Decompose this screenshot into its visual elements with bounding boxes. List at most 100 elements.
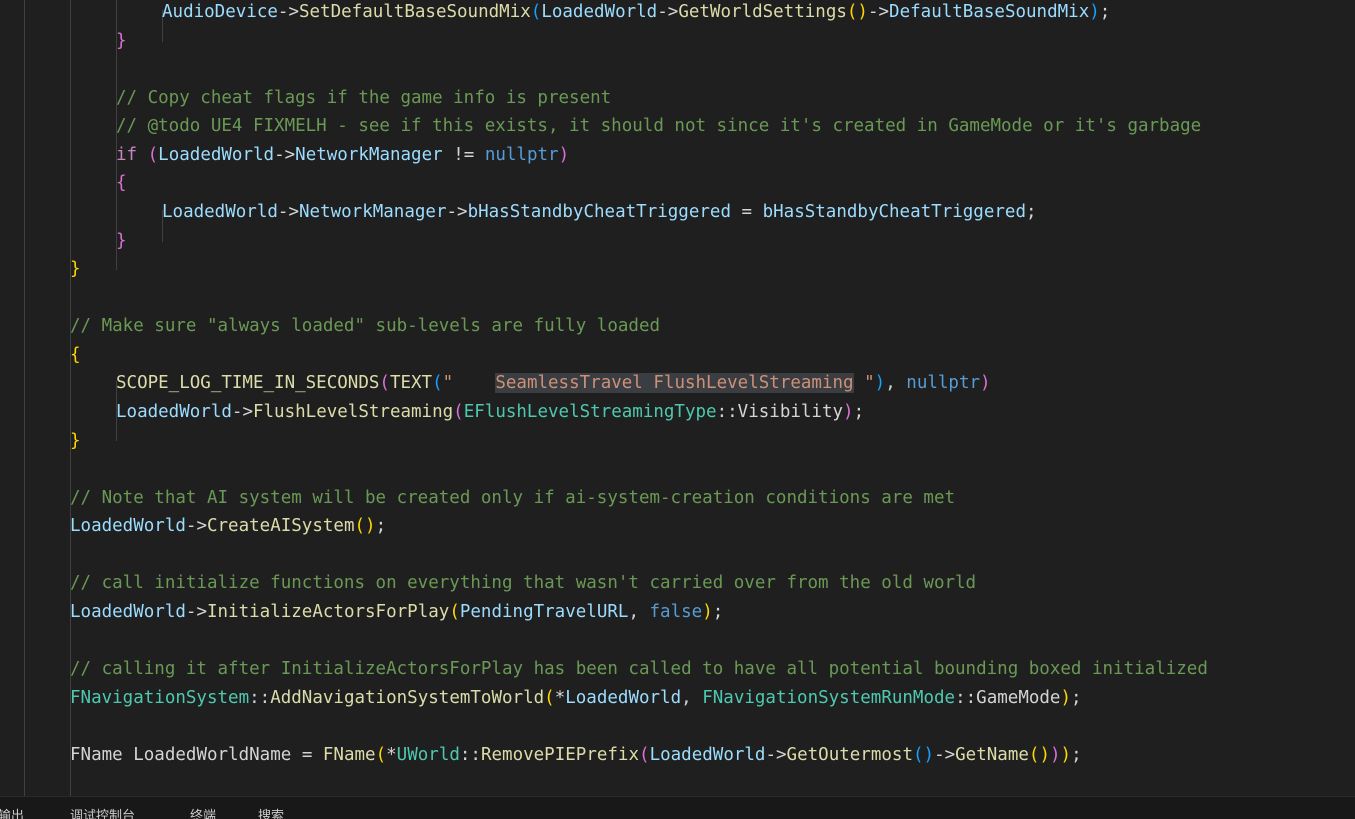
code-token: -> <box>446 202 468 222</box>
code-line-content: } <box>70 255 81 283</box>
code-token: -> <box>657 2 679 22</box>
code-line-content: FNavigationSystem::AddNavigationSystemTo… <box>70 684 1082 712</box>
code-line[interactable] <box>0 712 1355 740</box>
code-token: FName <box>70 744 123 765</box>
bottom-panel-tabs: 输出 调试控制台 终端 搜索 <box>0 796 1355 819</box>
code-line-content: // Make sure "always loaded" sub-levels … <box>70 312 660 340</box>
code-line-content: // calling it after InitializeActorsForP… <box>70 655 1208 683</box>
code-line[interactable] <box>0 627 1355 655</box>
code-line-content: // Copy cheat flags if the game info is … <box>116 84 611 112</box>
code-line[interactable]: } <box>0 255 1355 283</box>
code-line[interactable]: FNavigationSystem::AddNavigationSystemTo… <box>0 684 1355 712</box>
code-line[interactable] <box>0 55 1355 83</box>
code-token: , <box>681 687 703 708</box>
code-line-content: FName LoadedWorldName = FName(*UWorld::R… <box>70 741 1082 769</box>
code-token: -> <box>765 744 787 765</box>
code-token: LoadedWorld <box>162 202 278 222</box>
code-token: NetworkManager <box>298 202 447 222</box>
code-token: InitializeActorsForPlay <box>206 602 450 622</box>
code-comment: // call initialize functions on everythi… <box>70 573 977 594</box>
code-line[interactable]: LoadedWorld->CreateAISystem(); <box>0 512 1355 540</box>
code-line-content: AudioDevice->SetDefaultBaseSoundMix(Load… <box>162 0 1110 26</box>
tab-debug-console[interactable]: 调试控制台 <box>70 809 135 819</box>
tab-search[interactable]: 搜索 <box>258 809 284 819</box>
code-token: ( <box>432 373 443 394</box>
code-token: ( <box>449 602 460 622</box>
code-token: GetName <box>955 744 1029 765</box>
code-token: LoadedWorld <box>116 402 232 422</box>
code-token: LoadedWorld <box>70 516 186 537</box>
code-line[interactable]: } <box>0 27 1355 55</box>
code-token: nullptr <box>906 373 981 394</box>
code-line[interactable]: } <box>0 427 1355 455</box>
code-token: ; <box>1071 687 1082 708</box>
code-line[interactable]: } <box>0 227 1355 255</box>
code-token: ) <box>558 144 570 165</box>
code-token: FNavigationSystem <box>70 687 250 708</box>
code-line[interactable]: // calling it after InitializeActorsForP… <box>0 655 1355 683</box>
code-token: LoadedWorld <box>649 744 766 765</box>
code-line[interactable]: // call initialize functions on everythi… <box>0 569 1355 597</box>
code-token: :: <box>249 687 271 708</box>
code-line[interactable]: if (LoadedWorld->NetworkManager != nullp… <box>0 141 1355 169</box>
code-line-content: } <box>116 27 127 55</box>
code-token: SCOPE_LOG_TIME_IN_SECONDS <box>116 373 380 394</box>
code-token: -> <box>274 144 296 165</box>
code-token: -> <box>185 602 207 622</box>
code-token: ( <box>453 402 464 422</box>
code-token: LoadedWorld <box>565 687 682 708</box>
code-line[interactable]: LoadedWorld->FlushLevelStreaming(EFlushL… <box>0 398 1355 426</box>
code-token: " <box>442 373 496 394</box>
tab-terminal[interactable]: 终端 <box>190 809 216 819</box>
code-token: AudioDevice <box>162 2 278 22</box>
code-token: { <box>116 173 127 194</box>
code-comment: // Note that AI system will be created o… <box>70 487 956 508</box>
code-token: Visibility <box>737 402 844 422</box>
code-token: -> <box>185 516 207 537</box>
code-token: :: <box>459 744 481 765</box>
code-line[interactable]: // @todo UE4 FIXMELH - see if this exist… <box>0 112 1355 140</box>
code-line[interactable] <box>0 455 1355 483</box>
code-token: " <box>853 373 875 394</box>
search-match-highlight: SeamlessTravel FlushLevelStreaming <box>495 373 854 394</box>
code-token: SetDefaultBaseSoundMix <box>298 2 531 22</box>
code-line[interactable]: FName LoadedWorldName = FName(*UWorld::R… <box>0 741 1355 769</box>
code-token: () <box>846 2 868 22</box>
code-token: = <box>730 202 763 222</box>
code-token: { <box>70 344 81 365</box>
code-token: ) <box>1089 2 1100 22</box>
code-line[interactable]: { <box>0 341 1355 369</box>
code-line[interactable]: LoadedWorld->InitializeActorsForPlay(Pen… <box>0 598 1355 626</box>
code-token: LoadedWorld <box>70 602 186 622</box>
code-editor[interactable]: AudioDevice->SetDefaultBaseSoundMix(Load… <box>0 0 1355 796</box>
code-token: nullptr <box>484 144 559 165</box>
code-token: GameMode <box>976 687 1061 708</box>
code-token: () <box>912 744 935 765</box>
code-line[interactable]: // Copy cheat flags if the game info is … <box>0 84 1355 112</box>
code-token: AddNavigationSystemToWorld <box>270 687 545 708</box>
code-line[interactable] <box>0 284 1355 312</box>
code-comment: // Copy cheat flags if the game info is … <box>116 87 612 108</box>
code-token: ( <box>379 373 390 394</box>
code-token: ) <box>702 602 713 622</box>
code-token: bHasStandbyCheatTriggered <box>467 202 731 222</box>
code-token: } <box>70 259 81 280</box>
tab-output[interactable]: 输出 <box>0 809 24 819</box>
code-token: ( <box>147 144 159 165</box>
code-line[interactable]: // Note that AI system will be created o… <box>0 484 1355 512</box>
code-line[interactable]: { <box>0 169 1355 197</box>
code-line[interactable]: LoadedWorld->NetworkManager->bHasStandby… <box>0 198 1355 226</box>
code-token: bHasStandbyCheatTriggered <box>762 202 1026 222</box>
code-line[interactable]: AudioDevice->SetDefaultBaseSoundMix(Load… <box>0 0 1355 26</box>
code-token: -> <box>277 2 299 22</box>
code-token: ) <box>874 373 886 394</box>
code-token: , <box>885 373 907 394</box>
code-line[interactable]: SCOPE_LOG_TIME_IN_SECONDS(TEXT(" Seamles… <box>0 369 1355 397</box>
code-line[interactable] <box>0 541 1355 569</box>
code-token: ; <box>853 402 865 422</box>
code-token: DefaultBaseSoundMix <box>889 2 1090 22</box>
code-line-content: } <box>116 227 127 255</box>
code-line[interactable]: // Make sure "always loaded" sub-levels … <box>0 312 1355 340</box>
